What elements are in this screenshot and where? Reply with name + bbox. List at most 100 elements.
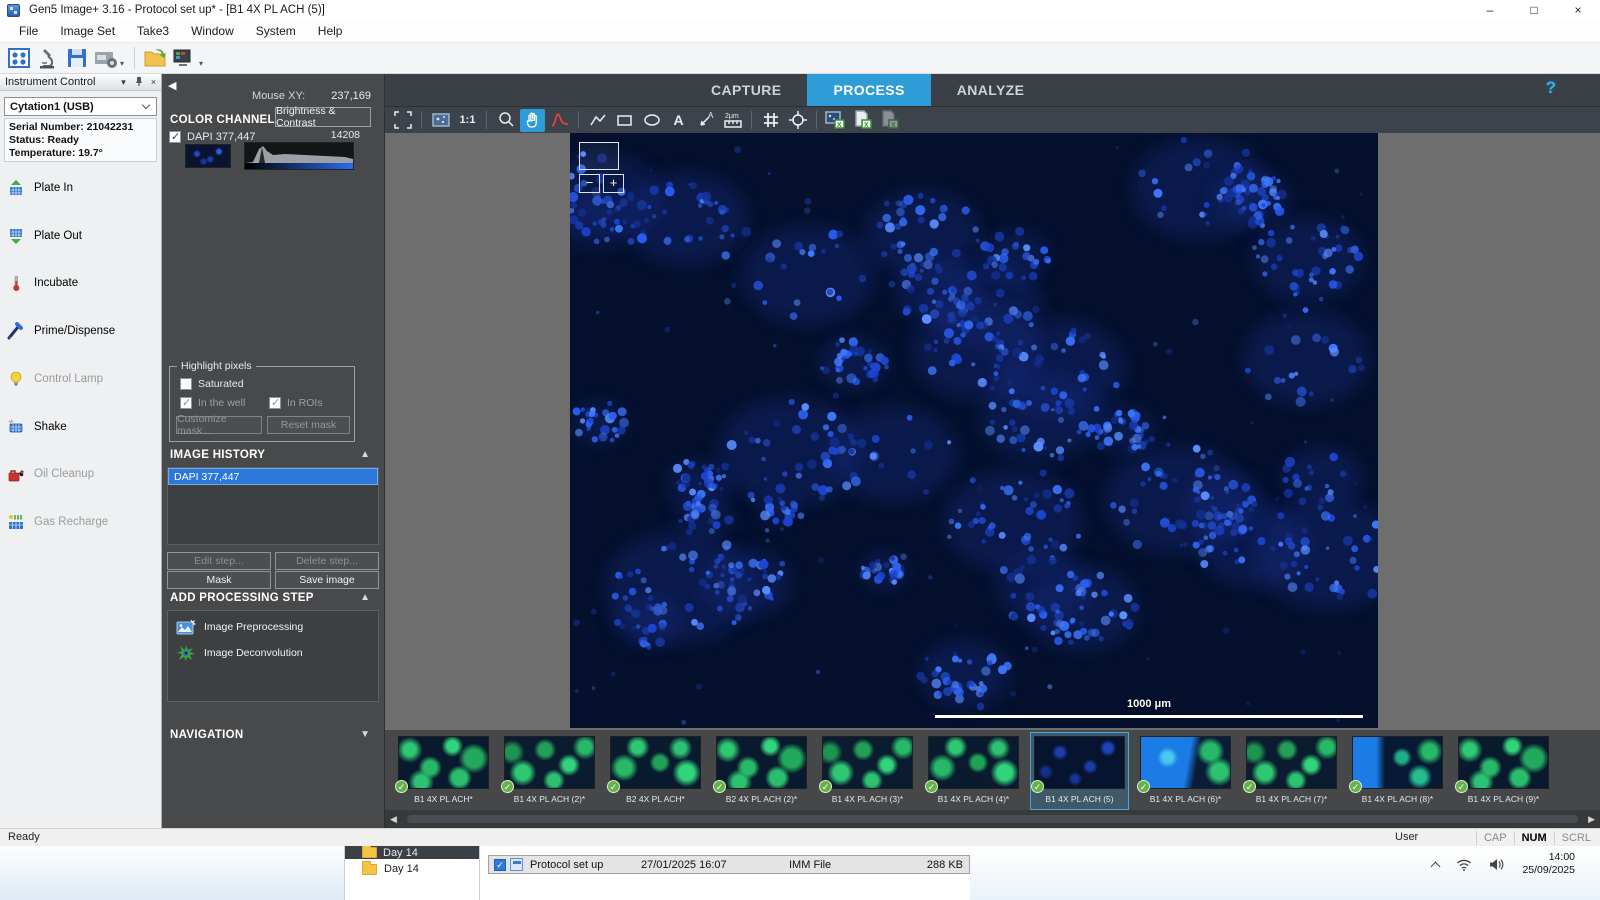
- file-checkbox[interactable]: ✓: [494, 859, 506, 871]
- scroll-right-icon[interactable]: ▶: [1588, 814, 1595, 825]
- thumbnail-item[interactable]: ✓B1 4X PL ACH (9)*: [1455, 733, 1552, 809]
- thumbnail-item[interactable]: ✓B1 4X PL ACH (7)*: [1243, 733, 1340, 809]
- tray-clock[interactable]: 14:00 25/09/2025: [1522, 851, 1575, 877]
- thumbnail-item[interactable]: ✓B2 4X PL ACH (2)*: [713, 733, 810, 809]
- menu-image-set[interactable]: Image Set: [49, 20, 126, 43]
- zoom-out-button[interactable]: −: [579, 174, 600, 193]
- pan-icon[interactable]: [520, 109, 545, 132]
- close-button[interactable]: ×: [1556, 0, 1600, 20]
- scroll-left-icon[interactable]: ◀: [390, 814, 397, 825]
- save-icon[interactable]: [64, 45, 90, 71]
- toolbar-dropdown-caret[interactable]: ▾: [120, 59, 124, 68]
- svg-text:2μm: 2μm: [725, 113, 739, 120]
- image-deconvolution-item[interactable]: Image Deconvolution: [168, 637, 378, 663]
- zoom-in-button[interactable]: +: [603, 174, 624, 193]
- toolbar-dropdown-caret-2[interactable]: ▾: [199, 59, 203, 68]
- microscopy-image[interactable]: − + 1000 μm: [570, 133, 1378, 728]
- ruler-icon[interactable]: 2μm: [720, 109, 745, 132]
- image-preprocessing-item[interactable]: Image Preprocessing: [168, 611, 378, 637]
- action-shake[interactable]: Shake: [7, 409, 157, 445]
- tab-analyze[interactable]: ANALYZE: [931, 74, 1051, 106]
- brightness-contrast-button[interactable]: Brightness & Contrast: [275, 107, 371, 127]
- open-folder-icon[interactable]: [143, 45, 169, 71]
- help-icon[interactable]: ?: [1546, 78, 1556, 98]
- channel-thumbnail[interactable]: [185, 144, 231, 168]
- tab-process[interactable]: PROCESS: [807, 74, 930, 106]
- thumbnail-item[interactable]: ✓B1 4X PL ACH (6)*: [1137, 733, 1234, 809]
- one-to-one-icon[interactable]: 1:1: [455, 109, 480, 132]
- maximize-button[interactable]: □: [1512, 0, 1556, 20]
- text-tool-icon[interactable]: A: [666, 109, 691, 132]
- action-oil-cleanup[interactable]: Oil Cleanup: [7, 456, 157, 492]
- thumbnail-item-selected[interactable]: ✓B1 4X PL ACH (5): [1031, 733, 1128, 809]
- crosshair-icon[interactable]: [785, 109, 810, 132]
- image-nav-box[interactable]: [579, 142, 619, 170]
- thumbnail-item[interactable]: ✓B1 4X PL ACH (2)*: [501, 733, 598, 809]
- plate-layout-icon[interactable]: [6, 45, 32, 71]
- display-export-icon[interactable]: [172, 45, 198, 71]
- collapse-processing-icon[interactable]: ▲: [360, 592, 370, 603]
- microscope-icon[interactable]: [35, 45, 61, 71]
- export-image-icon[interactable]: X: [823, 109, 848, 132]
- rectangle-tool-icon[interactable]: [612, 109, 637, 132]
- panel-close-icon[interactable]: ×: [146, 77, 161, 87]
- collapse-history-icon[interactable]: ▲: [360, 449, 370, 460]
- customize-mask-button[interactable]: Customize mask...: [176, 416, 262, 434]
- save-image-button[interactable]: Save image: [275, 571, 379, 589]
- action-plate-out[interactable]: Plate Out: [7, 218, 157, 254]
- tab-capture[interactable]: CAPTURE: [685, 74, 807, 106]
- expand-navigation-icon[interactable]: ▼: [360, 729, 370, 740]
- thumbnail-item[interactable]: ✓B2 4X PL ACH*: [607, 733, 704, 809]
- action-gas-recharge[interactable]: Gas Recharge: [7, 504, 157, 540]
- file-row-selected[interactable]: ✓ Protocol set up 27/01/2025 16:07 IMM F…: [488, 855, 970, 874]
- export-data-icon[interactable]: X: [850, 109, 875, 132]
- thumbnail-item[interactable]: ✓B1 4X PL ACH (4)*: [925, 733, 1022, 809]
- clipped-folder-row[interactable]: Day 14: [345, 846, 479, 859]
- folder-label: Day 14: [384, 863, 419, 875]
- line-tool-icon[interactable]: [585, 109, 610, 132]
- delete-step-button[interactable]: Delete step...: [275, 552, 379, 570]
- wifi-icon[interactable]: [1456, 858, 1472, 871]
- thumbnail-scrollbar[interactable]: ◀ ▶: [385, 810, 1600, 828]
- scrollbar-track[interactable]: [407, 815, 1578, 823]
- menu-help[interactable]: Help: [307, 20, 354, 43]
- action-prime-dispense[interactable]: Prime/Dispense: [7, 313, 157, 349]
- action-plate-in[interactable]: Plate In: [7, 170, 157, 206]
- minimize-button[interactable]: –: [1468, 0, 1512, 20]
- menu-take3[interactable]: Take3: [126, 20, 180, 43]
- select-image-icon[interactable]: [428, 109, 453, 132]
- instrument-select[interactable]: Cytation1 (USB): [4, 97, 157, 116]
- reader-settings-icon[interactable]: [93, 45, 119, 71]
- grid-icon[interactable]: [758, 109, 783, 132]
- zoom-icon[interactable]: [493, 109, 518, 132]
- image-viewer: − + 1000 μm: [385, 133, 1600, 730]
- history-item-selected[interactable]: DAPI 377,447: [168, 468, 378, 485]
- menu-window[interactable]: Window: [180, 20, 245, 43]
- channel-histogram[interactable]: [244, 142, 354, 170]
- reset-mask-button[interactable]: Reset mask: [267, 416, 350, 434]
- menu-system[interactable]: System: [245, 20, 307, 43]
- menu-file[interactable]: File: [8, 20, 49, 43]
- histogram-icon[interactable]: [547, 109, 572, 132]
- folder-row[interactable]: Day 14: [362, 863, 419, 875]
- thumbnail-item[interactable]: ✓B1 4X PL ACH (3)*: [819, 733, 916, 809]
- pin-icon[interactable]: [131, 76, 146, 88]
- edit-step-button[interactable]: Edit step...: [167, 552, 271, 570]
- action-control-lamp[interactable]: Control Lamp: [7, 361, 157, 397]
- channel-checkbox[interactable]: [169, 131, 181, 143]
- saturated-checkbox[interactable]: [180, 378, 192, 390]
- tray-expand-icon[interactable]: [1431, 861, 1441, 871]
- annotate-arrow-icon[interactable]: A: [693, 109, 718, 132]
- panel-menu-icon[interactable]: ▾: [116, 77, 131, 88]
- mask-button[interactable]: Mask: [167, 571, 271, 589]
- svg-text:A: A: [708, 111, 714, 120]
- speaker-icon[interactable]: [1489, 858, 1505, 871]
- thumbnail-item[interactable]: ✓B1 4X PL ACH (8)*: [1349, 733, 1446, 809]
- thumbnail-item[interactable]: ✓B1 4X PL ACH*: [395, 733, 492, 809]
- fit-image-icon[interactable]: [390, 109, 415, 132]
- export-data-2-icon[interactable]: X: [877, 109, 902, 132]
- in-well-checkbox[interactable]: [180, 397, 192, 409]
- ellipse-tool-icon[interactable]: [639, 109, 664, 132]
- action-incubate[interactable]: Incubate: [7, 265, 157, 301]
- in-rois-checkbox[interactable]: [269, 397, 281, 409]
